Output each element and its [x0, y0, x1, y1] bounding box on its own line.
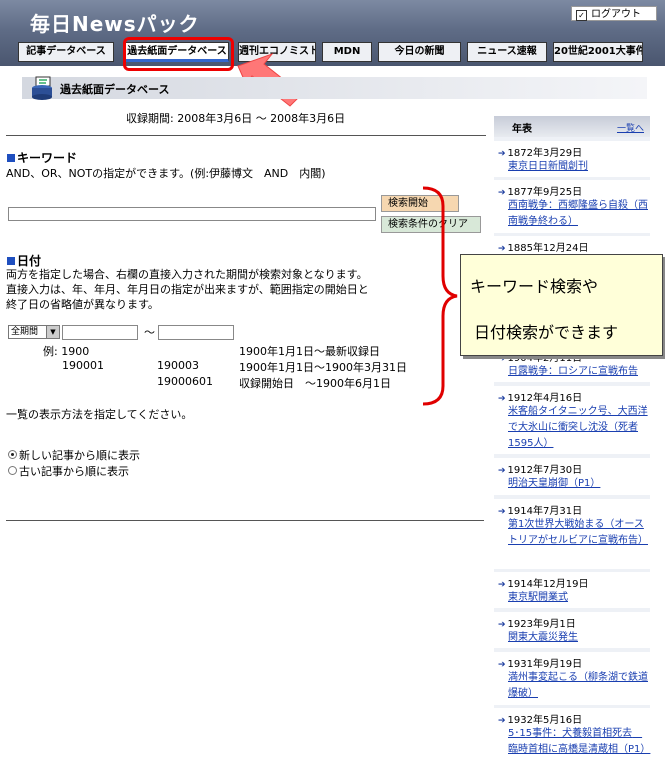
callout-note: キーワード検索や 日付検索ができます [460, 254, 663, 356]
radio-newest-label[interactable]: 新しい記事から順に表示 [19, 447, 140, 463]
section-header-bar: 過去紙面データベース [22, 77, 647, 99]
tab-20th-century[interactable]: 20世紀2001大事件 [553, 42, 643, 62]
timeline-title: 年表 [512, 124, 532, 135]
entry-link[interactable]: 関東大震災発生 [508, 630, 648, 646]
square-bullet-icon [7, 257, 15, 265]
date-desc-1: 両方を指定した場合、右欄の直接入力された期間が検索対象となります。 [6, 268, 368, 281]
entry-link[interactable]: 東京日日新聞創刊 [508, 159, 648, 175]
date-to-input[interactable] [158, 325, 234, 340]
radio-newest-first[interactable] [8, 450, 17, 459]
tab-highlight-box [123, 37, 234, 71]
keyword-title-text: キーワード [17, 151, 78, 165]
square-bullet-icon [7, 154, 15, 162]
entry-date: 1912年7月30日 [507, 465, 583, 476]
callout-line-1: キーワード検索や [470, 277, 599, 296]
radio-oldest-label[interactable]: 古い記事から順に表示 [19, 463, 129, 479]
entry-date: 1923年9月1日 [507, 619, 576, 630]
keyword-section-title: キーワード [7, 149, 77, 166]
tab-news-flash[interactable]: ニュース速報 [467, 42, 547, 62]
section-title: 過去紙面データベース [60, 83, 170, 96]
arrow-right-icon: ➔ [498, 660, 506, 670]
callout-line-2: 日付検索ができます [474, 323, 619, 342]
example-2-to: 190003 [157, 359, 199, 372]
entry-link[interactable]: 米客船タイタニック号、大西洋で大氷山に衝突し沈没（死者1595人） [508, 404, 648, 452]
keyword-input[interactable] [8, 207, 376, 221]
arrow-right-icon: ➔ [498, 466, 506, 476]
timeline-entry: ➔ 1932年5月16日 5･15事件：犬養毅首相死去 臨時首相に高橋是清蔵相（P… [494, 708, 650, 780]
arrow-right-icon: ➔ [498, 149, 506, 159]
arrow-right-icon: ➔ [498, 716, 506, 726]
date-desc-3: 終了日の省略値が異なります。 [6, 298, 159, 311]
date-tilde: ～ [144, 326, 155, 339]
database-icon [32, 76, 52, 100]
display-prompt: 一覧の表示方法を指定してください。 [6, 408, 193, 421]
entry-link[interactable]: 東京駅開業式 [508, 590, 648, 606]
divider-top [6, 135, 486, 136]
timeline-more-link[interactable]: 一覧へ [617, 121, 644, 134]
date-desc-2: 直接入力は、年、年月、年月日の指定が出来ますが、範囲指定の開始日と [6, 283, 369, 296]
entry-date: 1914年12月19日 [507, 579, 589, 590]
timeline-entry: ➔ 1914年12月19日 東京駅開業式 [494, 572, 650, 608]
example-3-to: 19000601 [157, 375, 213, 388]
check-icon: ✓ [576, 10, 587, 21]
timeline-entry: ➔ 1923年9月1日 関東大震災発生 [494, 612, 650, 648]
example-1-label: 例: 1900 [43, 345, 90, 358]
tab-mdn[interactable]: MDN [322, 42, 372, 62]
timeline-header: 年表 一覧へ [494, 116, 650, 137]
timeline-entry: ➔ 1931年9月19日 満州事変起こる（柳条湖で鉄道爆破） [494, 652, 650, 705]
keyword-desc: AND、OR、NOTの指定ができます。(例:伊藤博文 AND 内閣) [6, 167, 326, 180]
collection-period: 収録期間: 2008年3月6日 ～ 2008年3月6日 [126, 112, 346, 125]
logout-button[interactable]: ✓ ログアウト [571, 6, 657, 21]
example-2-result: 1900年1月1日～1900年3月31日 [239, 361, 407, 374]
timeline-entry: ➔ 1914年7月31日 第1次世界大戦始まる（オーストリアがセルビアに宣戦布告） [494, 499, 650, 569]
tab-article-db[interactable]: 記事データベース [18, 42, 114, 62]
entry-date: 1932年5月16日 [507, 715, 583, 726]
entry-date: 1872年3月29日 [507, 148, 583, 159]
radio-oldest-first[interactable] [8, 466, 17, 475]
tab-todays-paper[interactable]: 今日の新聞 [378, 42, 461, 62]
period-select[interactable]: 全期間 ▼ [8, 325, 60, 339]
entry-link[interactable]: 明治天皇崩御（P1） [508, 476, 648, 492]
entry-link[interactable]: 満州事変起こる（柳条湖で鉄道爆破） [508, 670, 648, 702]
timeline-entry: ➔ 1872年3月29日 東京日日新聞創刊 [494, 141, 650, 177]
site-logo[interactable]: 毎日Newsパック [30, 8, 200, 37]
example-3-result: 収録開始日 ～1900年6月1日 [239, 377, 391, 390]
example-1-result: 1900年1月1日～最新収録日 [239, 345, 380, 358]
divider-bottom [6, 520, 484, 521]
date-from-input[interactable] [62, 325, 138, 340]
arrow-right-icon: ➔ [498, 620, 506, 630]
chevron-down-icon: ▼ [46, 326, 59, 338]
arrow-right-icon: ➔ [498, 580, 506, 590]
entry-date: 1931年9月19日 [507, 659, 583, 670]
example-2-from: 190001 [62, 359, 104, 372]
timeline-entry: ➔ 1912年7月30日 明治天皇崩御（P1） [494, 458, 650, 495]
logout-label: ログアウト [591, 9, 641, 20]
arrow-right-icon: ➔ [498, 507, 506, 517]
entry-link[interactable]: 5･15事件：犬養毅首相死去 臨時首相に高橋是清蔵相（P1） [508, 726, 650, 758]
entry-link[interactable]: 第1次世界大戦始まる（オーストリアがセルビアに宣戦布告） [508, 517, 648, 549]
period-select-value: 全期間 [11, 327, 39, 337]
entry-date: 1914年7月31日 [507, 506, 583, 517]
